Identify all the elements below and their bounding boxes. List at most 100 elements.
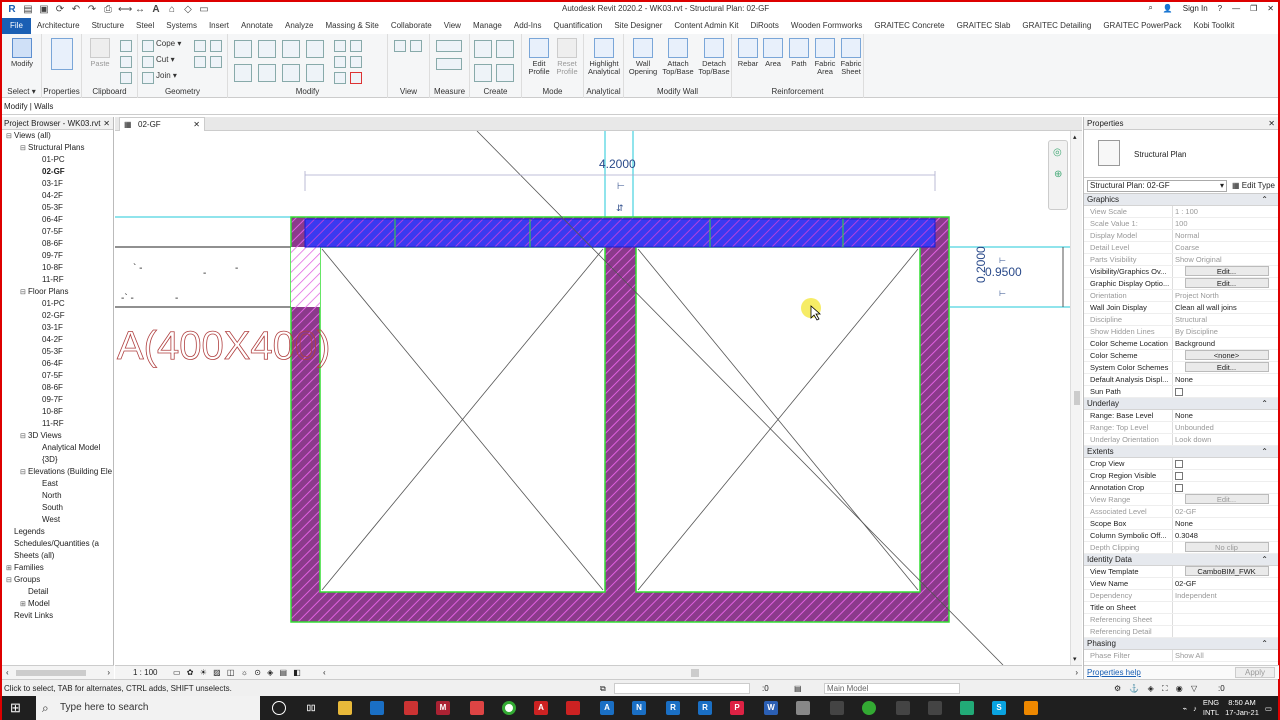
- tree-item[interactable]: 11-RF: [2, 274, 113, 286]
- plan-drawing[interactable]: 4.2000 ⊢ ⇵ 0.2000 0.9500 ⊢ ⊢ ` - - - -` …: [115, 131, 1070, 665]
- tree-item[interactable]: North: [2, 490, 113, 502]
- tab-insert[interactable]: Insert: [203, 18, 235, 34]
- tree-item[interactable]: 02-GF: [2, 166, 113, 178]
- vertical-scrollbar[interactable]: ▴ ▾: [1070, 131, 1082, 665]
- property-button[interactable]: Edit...: [1184, 278, 1269, 288]
- type-selector[interactable]: Structural Plan: [1084, 130, 1278, 178]
- tree-item[interactable]: 10-8F: [2, 262, 113, 274]
- create-group-icon[interactable]: [474, 64, 492, 82]
- text-icon[interactable]: A: [150, 4, 162, 16]
- tab-annotate[interactable]: Annotate: [235, 18, 279, 34]
- property-group-header[interactable]: Graphics ⌃: [1084, 194, 1278, 206]
- tree-item[interactable]: 01-PC: [2, 298, 113, 310]
- app-icon[interactable]: [796, 701, 810, 715]
- highlight-analytical-tool[interactable]: Highlight Analytical: [584, 38, 624, 76]
- clock[interactable]: 8:50 AM 17-Jan-21: [1225, 698, 1259, 718]
- checkbox[interactable]: [1175, 484, 1183, 492]
- taskbar-search[interactable]: ⌕ Type here to search: [36, 696, 260, 720]
- steering-wheel-icon[interactable]: ◎: [1053, 147, 1062, 158]
- demolish-icon[interactable]: [210, 56, 222, 68]
- tab-analyze[interactable]: Analyze: [279, 18, 319, 34]
- sign-in-link[interactable]: Sign In: [1183, 4, 1208, 13]
- join-tool[interactable]: Join ▾: [156, 72, 177, 80]
- tree-item[interactable]: 08-6F: [2, 238, 113, 250]
- checkbox[interactable]: [1175, 388, 1183, 396]
- tab-diroots[interactable]: DiRoots: [744, 18, 784, 34]
- revit-logo-icon[interactable]: R: [6, 4, 18, 16]
- tree-item[interactable]: 04-2F: [2, 334, 113, 346]
- cortana-icon[interactable]: [272, 701, 286, 715]
- modify-tool[interactable]: Modify: [6, 38, 38, 68]
- hide-icon[interactable]: [394, 40, 406, 52]
- powerpoint-icon[interactable]: P: [730, 701, 744, 715]
- split-icon[interactable]: [334, 40, 346, 52]
- tab-quantification[interactable]: Quantification: [547, 18, 608, 34]
- create-parts-icon[interactable]: [496, 40, 514, 58]
- tab-graitec-detailing[interactable]: GRAITEC Detailing: [1016, 18, 1097, 34]
- language-indicator[interactable]: ENG INTL: [1203, 698, 1219, 718]
- create-assembly-icon[interactable]: [474, 40, 492, 58]
- tab-systems[interactable]: Systems: [160, 18, 203, 34]
- tree-item[interactable]: 03-1F: [2, 322, 113, 334]
- tab-massing-site[interactable]: Massing & Site: [319, 18, 384, 34]
- section-icon[interactable]: ◇: [182, 4, 194, 16]
- fabric-sheet-tool[interactable]: Fabric Sheet: [838, 38, 864, 76]
- property-value[interactable]: None: [1172, 374, 1278, 385]
- match-properties-icon[interactable]: [120, 72, 132, 84]
- tab-architecture[interactable]: Architecture: [31, 18, 86, 34]
- property-value[interactable]: [1172, 386, 1278, 397]
- tree-item[interactable]: ⊟ Elevations (Building Ele: [2, 466, 113, 478]
- cope-tool[interactable]: Cope ▾: [156, 40, 181, 48]
- aligned-dimension-icon[interactable]: [436, 58, 462, 70]
- checkbox[interactable]: [1175, 472, 1183, 480]
- scroll-left-icon[interactable]: ‹: [6, 668, 9, 677]
- select-panel-label[interactable]: Select ▾: [2, 87, 41, 96]
- scroll-right-icon[interactable]: ›: [1075, 666, 1078, 680]
- tab-02-gf[interactable]: ▦ 02-GF ✕: [119, 117, 205, 131]
- tree-item[interactable]: 06-4F: [2, 214, 113, 226]
- instance-dropdown[interactable]: Structural Plan: 02-GF ▾: [1087, 180, 1227, 192]
- volume-icon[interactable]: ♪: [1193, 704, 1197, 713]
- tab-steel[interactable]: Steel: [130, 18, 160, 34]
- search-icon[interactable]: ⌕: [1148, 3, 1152, 13]
- navigation-bar[interactable]: ◎ ⊕: [1048, 140, 1068, 210]
- properties-help-link[interactable]: Properties help: [1087, 668, 1141, 677]
- tree-item[interactable]: 08-6F: [2, 382, 113, 394]
- tab-graitec-slab[interactable]: GRAITEC Slab: [951, 18, 1017, 34]
- wall-opening-tool[interactable]: Wall Opening: [626, 38, 660, 76]
- drawing-canvas[interactable]: 4.2000 ⊢ ⇵ 0.2000 0.9500 ⊢ ⊢ ` - - - -` …: [115, 131, 1070, 665]
- navisworks-icon[interactable]: N: [632, 701, 646, 715]
- maximize-icon[interactable]: ❐: [1250, 4, 1257, 13]
- tree-item[interactable]: ⊟ Views (all): [2, 130, 113, 142]
- autocad-a-blue-icon[interactable]: A: [600, 701, 614, 715]
- override-graphics-icon[interactable]: [410, 40, 422, 52]
- app-icon[interactable]: [1024, 701, 1038, 715]
- array-icon[interactable]: [350, 40, 362, 52]
- property-group-header[interactable]: Underlay ⌃: [1084, 398, 1278, 410]
- tree-item[interactable]: 07-5F: [2, 226, 113, 238]
- property-value[interactable]: 02-GF: [1172, 578, 1278, 589]
- tree-item[interactable]: 09-7F: [2, 250, 113, 262]
- collapse-icon[interactable]: ⌃: [1261, 554, 1268, 566]
- align-icon[interactable]: [234, 40, 252, 58]
- collapse-icon[interactable]: ⌃: [1261, 638, 1268, 650]
- tab-file[interactable]: File: [2, 18, 31, 34]
- copy-icon[interactable]: [120, 56, 132, 68]
- property-group-header[interactable]: Identity Data ⌃: [1084, 554, 1278, 566]
- scroll-down-icon[interactable]: ▾: [1073, 655, 1077, 663]
- property-group-header[interactable]: Phasing ⌃: [1084, 638, 1278, 650]
- property-value[interactable]: [1172, 458, 1278, 469]
- collapse-icon[interactable]: ⌃: [1261, 398, 1268, 410]
- collapse-icon[interactable]: ⌃: [1261, 446, 1268, 458]
- app-icon[interactable]: [404, 701, 418, 715]
- property-button[interactable]: Edit...: [1184, 266, 1269, 276]
- property-button[interactable]: Edit...: [1184, 494, 1269, 504]
- checkbox[interactable]: [1175, 460, 1183, 468]
- attach-top-base-tool[interactable]: Attach Top/Base: [660, 38, 696, 76]
- chrome-icon[interactable]: [502, 701, 516, 715]
- collapse-icon[interactable]: ⌃: [1261, 194, 1268, 206]
- tab-manage[interactable]: Manage: [467, 18, 508, 34]
- workset-dropdown[interactable]: Main Model: [824, 683, 960, 694]
- notifications-icon[interactable]: ▭: [1265, 704, 1272, 713]
- property-group-header[interactable]: Extents ⌃: [1084, 446, 1278, 458]
